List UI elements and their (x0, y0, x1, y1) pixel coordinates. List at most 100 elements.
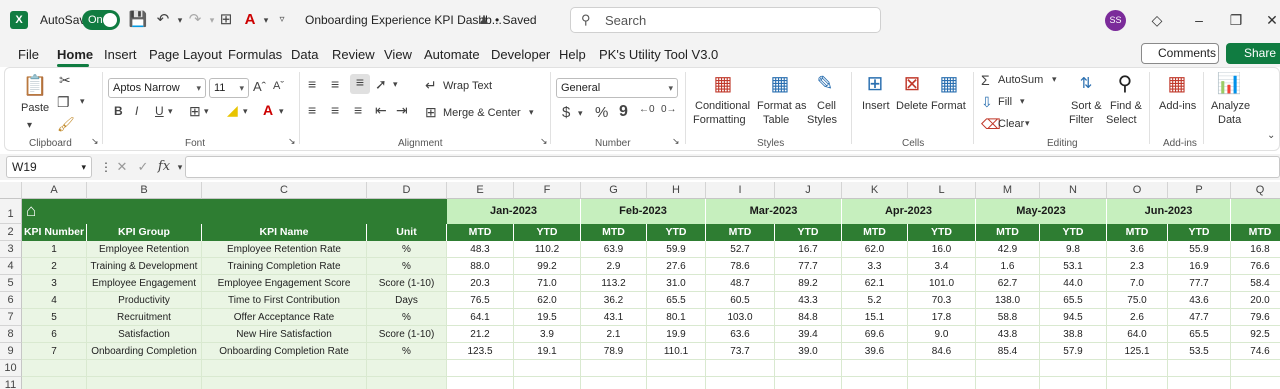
search-box[interactable]: ⚲ Search (570, 7, 881, 33)
table-cell[interactable]: 53.1 (1040, 258, 1107, 275)
table-cell[interactable]: 39.6 (842, 343, 908, 360)
table-header-cell[interactable]: MTD (581, 224, 647, 241)
table-cell[interactable]: 76.5 (447, 292, 514, 309)
table-cell[interactable]: 62.0 (842, 241, 908, 258)
table-cell[interactable]: 44.0 (1040, 275, 1107, 292)
increase-indent-icon[interactable]: ⇥ (396, 102, 408, 119)
select-all-corner[interactable] (0, 182, 22, 199)
table-cell[interactable]: % (367, 258, 447, 275)
empty-cell[interactable] (87, 377, 202, 389)
table-cell[interactable]: 16.8 (1231, 241, 1280, 258)
table-cell[interactable]: 20.0 (1231, 292, 1280, 309)
table-cell[interactable]: 125.1 (1107, 343, 1168, 360)
font-size-select[interactable]: 11 ▾ (209, 78, 249, 98)
table-cell[interactable]: 16.9 (1168, 258, 1231, 275)
wrap-text-icon[interactable]: ↵ (425, 77, 437, 94)
table-cell[interactable]: 38.8 (1040, 326, 1107, 343)
number-format-select[interactable]: General ▾ (556, 78, 678, 98)
column-header[interactable]: M (976, 182, 1040, 199)
table-cell[interactable]: 2.1 (581, 326, 647, 343)
empty-cell[interactable] (367, 377, 447, 389)
add-ins-icon[interactable]: ▦ (1163, 72, 1191, 96)
table-cell[interactable]: 16.0 (908, 241, 976, 258)
fill-color-dropdown-icon[interactable]: ▾ (243, 106, 248, 117)
underline-button[interactable]: U (155, 104, 164, 118)
tab-home[interactable]: Home (57, 47, 93, 62)
table-cell[interactable]: 123.5 (447, 343, 514, 360)
tab-page-layout[interactable]: Page Layout (149, 47, 222, 62)
table-cell[interactable]: 65.5 (1168, 326, 1231, 343)
empty-cell[interactable] (908, 377, 976, 389)
column-header[interactable]: B (87, 182, 202, 199)
row-header[interactable]: 6 (0, 292, 22, 309)
analyze-data-icon[interactable]: 📊 (1215, 72, 1243, 96)
conditional-formatting-icon[interactable]: ▦ (709, 72, 737, 96)
table-cell[interactable]: 65.5 (647, 292, 706, 309)
column-header[interactable]: G (581, 182, 647, 199)
table-cell[interactable]: 53.5 (1168, 343, 1231, 360)
row-header[interactable]: 9 (0, 343, 22, 360)
empty-cell[interactable] (514, 360, 581, 377)
cancel-edit-icon[interactable]: ✕ (112, 157, 132, 177)
table-cell[interactable]: 92.5 (1231, 326, 1280, 343)
autosum-button[interactable]: AutoSum (998, 74, 1043, 86)
table-cell[interactable]: 43.8 (976, 326, 1040, 343)
clear-dropdown-icon[interactable]: ▾ (1025, 118, 1030, 129)
paste-dropdown-icon[interactable]: ▾ (27, 120, 32, 131)
comments-button[interactable]: Comments (1141, 43, 1219, 64)
save-icon[interactable]: 💾 (128, 10, 148, 30)
table-cell[interactable]: 71.0 (514, 275, 581, 292)
insert-cells-button[interactable]: Insert (862, 100, 890, 112)
bold-button[interactable]: B (114, 104, 123, 118)
table-cell[interactable]: Time to First Contribution (202, 292, 367, 309)
increase-decimal-icon[interactable]: ←0 (639, 104, 655, 115)
copy-icon[interactable]: ❐ (57, 94, 70, 111)
table-cell[interactable]: 39.4 (775, 326, 842, 343)
align-bottom-icon[interactable]: ≡ (350, 74, 370, 94)
table-cell[interactable]: 43.1 (581, 309, 647, 326)
delete-cells-icon[interactable]: ⊠ (898, 72, 926, 96)
table-cell[interactable]: 75.0 (1107, 292, 1168, 309)
column-header[interactable]: A (22, 182, 87, 199)
table-cell[interactable]: 110.1 (647, 343, 706, 360)
table-cell[interactable]: 65.5 (1040, 292, 1107, 309)
orientation-dropdown-icon[interactable]: ▾ (393, 79, 398, 90)
table-cell[interactable]: 3 (22, 275, 87, 292)
table-cell[interactable]: 4 (22, 292, 87, 309)
home-icon[interactable]: ⌂ (26, 201, 36, 221)
table-header-cell[interactable]: YTD (1040, 224, 1107, 241)
table-header-cell[interactable]: YTD (514, 224, 581, 241)
tab-file[interactable]: File (18, 47, 39, 62)
copy-dropdown-icon[interactable]: ▾ (80, 96, 85, 107)
table-cell[interactable]: 19.5 (514, 309, 581, 326)
empty-cell[interactable] (976, 377, 1040, 389)
table-cell[interactable]: 60.5 (706, 292, 775, 309)
column-header[interactable]: O (1107, 182, 1168, 199)
table-cell[interactable]: 15.1 (842, 309, 908, 326)
table-cell[interactable]: 47.7 (1168, 309, 1231, 326)
paste-label[interactable]: Paste (21, 102, 49, 114)
row-header[interactable]: 3 (0, 241, 22, 258)
tab-insert[interactable]: Insert (104, 47, 137, 62)
merge-center-button[interactable]: Merge & Center (443, 107, 521, 119)
analyze-data-line1[interactable]: Analyze (1211, 100, 1250, 112)
table-cell[interactable]: 2.9 (581, 258, 647, 275)
comma-style-button[interactable]: 9 (619, 103, 628, 121)
table-cell[interactable]: 16.7 (775, 241, 842, 258)
empty-cell[interactable] (775, 360, 842, 377)
table-header-cell[interactable]: Unit (367, 224, 447, 241)
table-cell[interactable]: Satisfaction (87, 326, 202, 343)
tab-automate[interactable]: Automate (424, 47, 480, 62)
row-header[interactable]: 5 (0, 275, 22, 292)
number-launcher-icon[interactable]: ↘ (672, 136, 680, 147)
table-cell[interactable]: Onboarding Completion Rate (202, 343, 367, 360)
column-header[interactable]: I (706, 182, 775, 199)
empty-cell[interactable] (1231, 377, 1280, 389)
table-cell[interactable]: 84.6 (908, 343, 976, 360)
diamond-icon[interactable]: ◇ (1147, 10, 1167, 30)
align-left-icon[interactable]: ≡ (308, 102, 316, 118)
column-header[interactable]: Q (1231, 182, 1280, 199)
cell-styles-line2[interactable]: Styles (807, 114, 837, 126)
table-cell[interactable]: 70.3 (908, 292, 976, 309)
table-cell[interactable]: New Hire Satisfaction (202, 326, 367, 343)
